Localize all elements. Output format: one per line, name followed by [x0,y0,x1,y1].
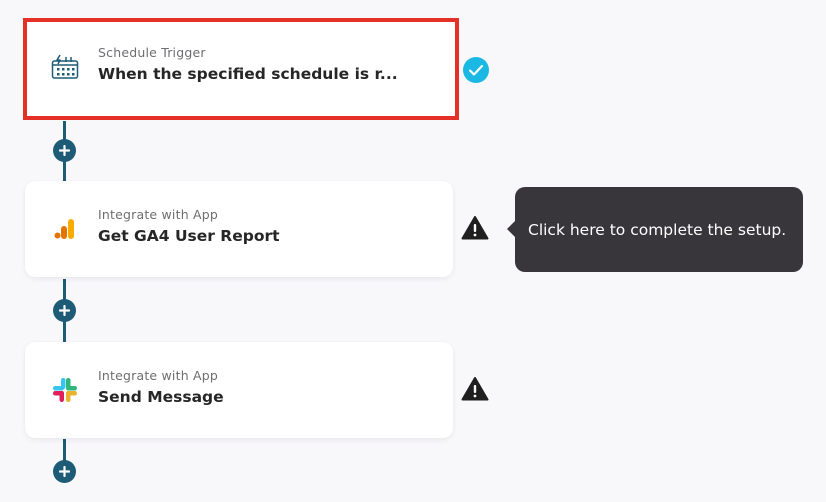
add-step-button[interactable] [53,299,76,322]
step-title: Send Message [98,388,224,406]
step-type-label: Integrate with App [98,368,219,383]
plus-icon [59,145,70,156]
calendar-clock-icon [51,53,79,81]
add-step-button[interactable] [53,460,76,483]
slack-icon [51,376,79,404]
step-card-send-message[interactable]: Integrate with App Send Message [25,342,453,438]
step-title: Get GA4 User Report [98,227,280,245]
step-title: When the specified schedule is r... [98,65,398,83]
add-step-button[interactable] [53,139,76,162]
setup-tooltip: Click here to complete the setup. [507,187,803,272]
check-circle-icon [462,56,490,84]
step-type-label: Schedule Trigger [98,45,206,60]
warning-icon[interactable] [461,214,489,242]
plus-icon [59,466,70,477]
step-card-get-ga4-user-report[interactable]: Integrate with App Get GA4 User Report [25,181,453,277]
step-type-label: Integrate with App [98,207,219,222]
google-analytics-icon [51,215,79,243]
plus-icon [59,305,70,316]
tooltip-text: Click here to complete the setup. [528,220,787,239]
step-card-schedule-trigger[interactable]: Schedule Trigger When the specified sche… [23,18,459,120]
warning-icon[interactable] [461,375,489,403]
